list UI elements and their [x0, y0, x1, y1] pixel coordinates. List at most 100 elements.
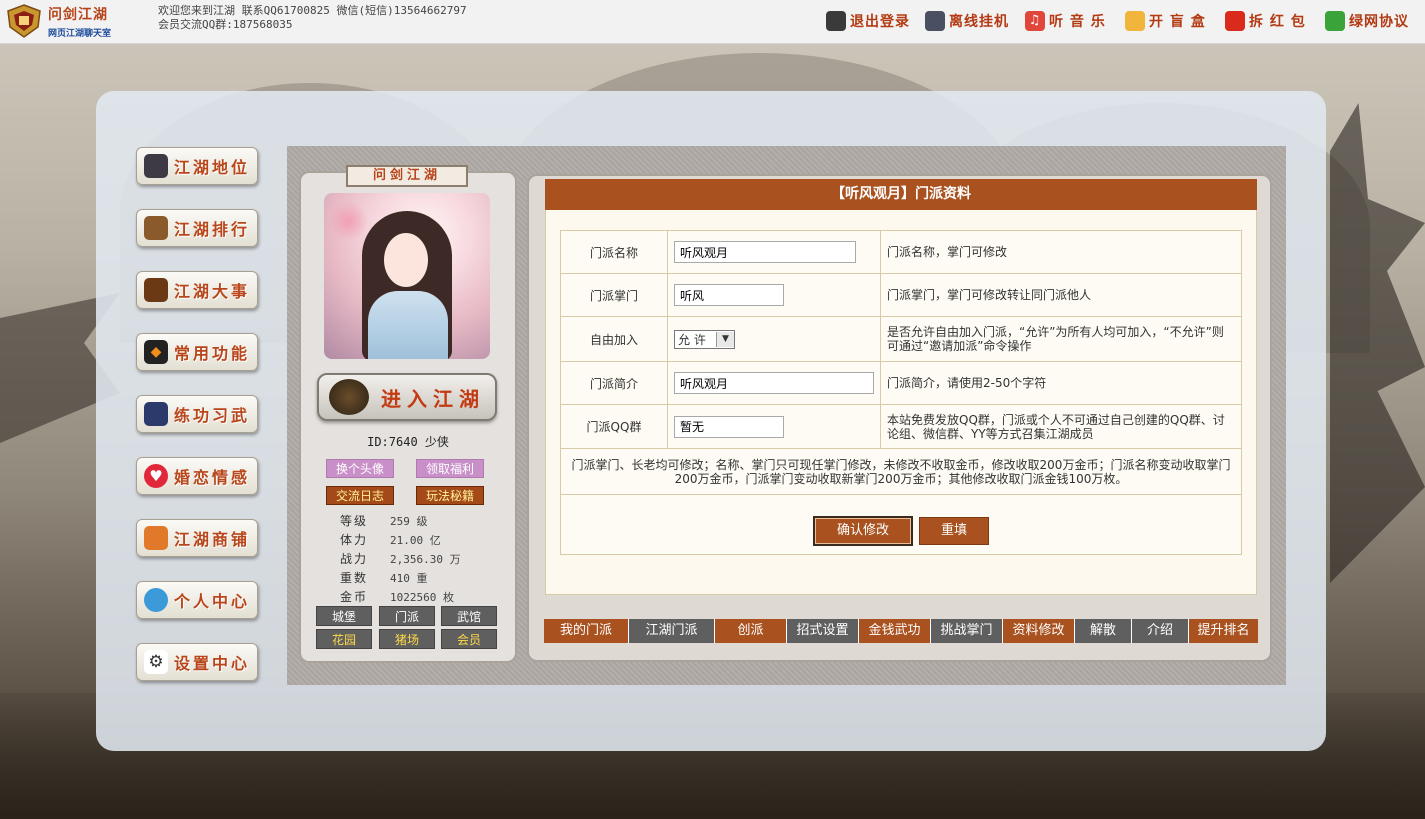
- welcome-text: 欢迎您来到江湖 联系QQ61700825 微信(短信)13564662797 会…: [158, 4, 467, 32]
- top-bar: 问剑江湖 网页江湖聊天室 欢迎您来到江湖 联系QQ61700825 微信(短信)…: [0, 0, 1425, 44]
- stat-key: 体力: [340, 533, 369, 547]
- chat-log-button[interactable]: 交流日志: [326, 486, 394, 505]
- sidebar-item-label: 江湖排行: [174, 220, 251, 239]
- nav-music[interactable]: ♫ 听 音 乐: [1025, 10, 1106, 32]
- welcome-line-2: 会员交流QQ群:187568035: [158, 18, 293, 31]
- avatar[interactable]: [324, 193, 490, 359]
- warrior-icon: [144, 154, 168, 178]
- tab-boost-rank[interactable]: 提升排名: [1189, 619, 1258, 643]
- nav-label: 拆 红 包: [1249, 14, 1306, 30]
- arrows-icon: ◆: [144, 340, 168, 364]
- sidebar-item-status[interactable]: 江湖地位: [136, 147, 258, 185]
- faction-name-input[interactable]: [674, 241, 856, 263]
- stat-power: 战力 2,356.30 万: [340, 550, 461, 567]
- input-cell: 允 许 ▼: [667, 316, 881, 362]
- dojo-button[interactable]: 武馆: [441, 606, 497, 626]
- tab-challenge-leader[interactable]: 挑战掌门: [931, 619, 1003, 643]
- sidebar-item-settings[interactable]: ⚙ 设置中心: [136, 643, 258, 681]
- field-desc: 门派名称，掌门可修改: [880, 230, 1242, 274]
- emblem-icon: [329, 379, 369, 415]
- stat-value: 2,356.30 万: [390, 553, 461, 566]
- field-desc: 本站免费发放QQ群，门派或个人不可通过自己创建的QQ群、讨论组、微信群、YY等方…: [880, 404, 1242, 449]
- enter-jianghu-button[interactable]: 进入江湖: [317, 373, 497, 421]
- sidebar-item-ranking[interactable]: 江湖排行: [136, 209, 258, 247]
- stat-gold: 金币 1022560 枚: [340, 588, 454, 605]
- sidebar-item-label: 江湖大事: [174, 282, 251, 301]
- sidebar-item-label: 江湖商铺: [174, 530, 251, 549]
- castle-button[interactable]: 城堡: [316, 606, 372, 626]
- claim-benefit-button[interactable]: 领取福利: [416, 459, 484, 478]
- nav-offline[interactable]: 离线挂机: [925, 10, 1009, 32]
- nav-label: 离线挂机: [949, 14, 1009, 30]
- tab-faction-list[interactable]: 江湖门派: [629, 619, 715, 643]
- nav-label: 绿网协议: [1349, 14, 1409, 30]
- green-protocol-icon: [1325, 11, 1345, 31]
- book-icon: [144, 278, 168, 302]
- sidebar-item-label: 婚恋情感: [174, 468, 251, 487]
- gear-icon: ⚙: [144, 650, 168, 674]
- reset-button[interactable]: 重填: [919, 517, 989, 545]
- field-label: 自由加入: [560, 316, 668, 362]
- faction-qq-input[interactable]: [674, 415, 784, 438]
- stat-value: 259 级: [390, 515, 428, 528]
- tab-create[interactable]: 创派: [715, 619, 787, 643]
- faction-intro-input[interactable]: [674, 372, 874, 394]
- blindbox-icon: [1125, 11, 1145, 31]
- change-avatar-button[interactable]: 换个头像: [326, 459, 394, 478]
- sidebar-item-common[interactable]: ◆ 常用功能: [136, 333, 258, 371]
- stat-key: 金币: [340, 590, 369, 604]
- tab-gold-martial[interactable]: 金钱武功: [859, 619, 931, 643]
- music-icon: ♫: [1025, 11, 1045, 31]
- logout-icon: [826, 11, 846, 31]
- stat-key: 战力: [340, 552, 369, 566]
- faction-header: 【听风观月】门派资料: [545, 179, 1257, 210]
- heart-icon: ♥: [144, 464, 168, 488]
- sidebar-item-profile[interactable]: 个人中心: [136, 581, 258, 619]
- sidebar-item-label: 常用功能: [174, 344, 251, 363]
- free-join-select[interactable]: 允 许 ▼: [674, 329, 735, 349]
- input-cell: [667, 230, 881, 274]
- faction-leader-input[interactable]: [674, 284, 784, 306]
- sidebar-item-events[interactable]: 江湖大事: [136, 271, 258, 309]
- logo-icon: [7, 4, 41, 38]
- enter-label: 进入江湖: [381, 386, 485, 411]
- pig-farm-button[interactable]: 猪场: [379, 629, 435, 649]
- nav-blindbox[interactable]: 开 盲 盒: [1125, 10, 1206, 32]
- field-desc: 门派掌门，掌门可修改转让同门派他人: [880, 273, 1242, 317]
- profile-card-title: 问剑江湖: [346, 165, 468, 187]
- faction-button[interactable]: 门派: [379, 606, 435, 626]
- input-cell: [667, 361, 881, 405]
- scroll-icon: [144, 216, 168, 240]
- field-label: 门派名称: [560, 230, 668, 274]
- input-cell: [667, 273, 881, 317]
- nav-green-protocol[interactable]: 绿网协议: [1325, 10, 1409, 32]
- stat-value: 1022560 枚: [390, 591, 454, 604]
- sidebar-item-label: 个人中心: [174, 592, 251, 611]
- tab-skills[interactable]: 招式设置: [787, 619, 859, 643]
- tab-edit-info[interactable]: 资料修改: [1003, 619, 1075, 643]
- guide-button[interactable]: 玩法秘籍: [416, 486, 484, 505]
- form-row: 门派简介 门派简介，请使用2-50个字符: [560, 361, 1242, 405]
- tab-intro[interactable]: 介绍: [1132, 619, 1189, 643]
- sidebar-item-training[interactable]: 练功习武: [136, 395, 258, 433]
- member-button[interactable]: 会员: [441, 629, 497, 649]
- nav-redpacket[interactable]: 拆 红 包: [1225, 10, 1306, 32]
- form-row: 门派名称 门派名称，掌门可修改: [560, 230, 1242, 274]
- confirm-button[interactable]: 确认修改: [813, 516, 913, 546]
- sidebar-item-label: 江湖地位: [174, 158, 251, 177]
- tab-my-faction[interactable]: 我的门派: [544, 619, 629, 643]
- sword-icon: [144, 402, 168, 426]
- tab-disband[interactable]: 解散: [1075, 619, 1132, 643]
- stat-stamina: 体力 21.00 亿: [340, 531, 441, 548]
- stat-key: 等级: [340, 514, 369, 528]
- redpacket-icon: [1225, 11, 1245, 31]
- sidebar-item-shop[interactable]: 江湖商铺: [136, 519, 258, 557]
- sidebar-item-romance[interactable]: ♥ 婚恋情感: [136, 457, 258, 495]
- garden-button[interactable]: 花园: [316, 629, 372, 649]
- field-label: 门派QQ群: [560, 404, 668, 449]
- field-desc: 是否允许自由加入门派，“允许”为所有人均可加入，“不允许”则可通过“邀请加派”命…: [880, 316, 1242, 362]
- logo-subtitle: 网页江湖聊天室: [48, 29, 112, 39]
- chevron-down-icon: ▼: [716, 331, 734, 347]
- nav-logout[interactable]: 退出登录: [826, 10, 910, 32]
- offline-icon: [925, 11, 945, 31]
